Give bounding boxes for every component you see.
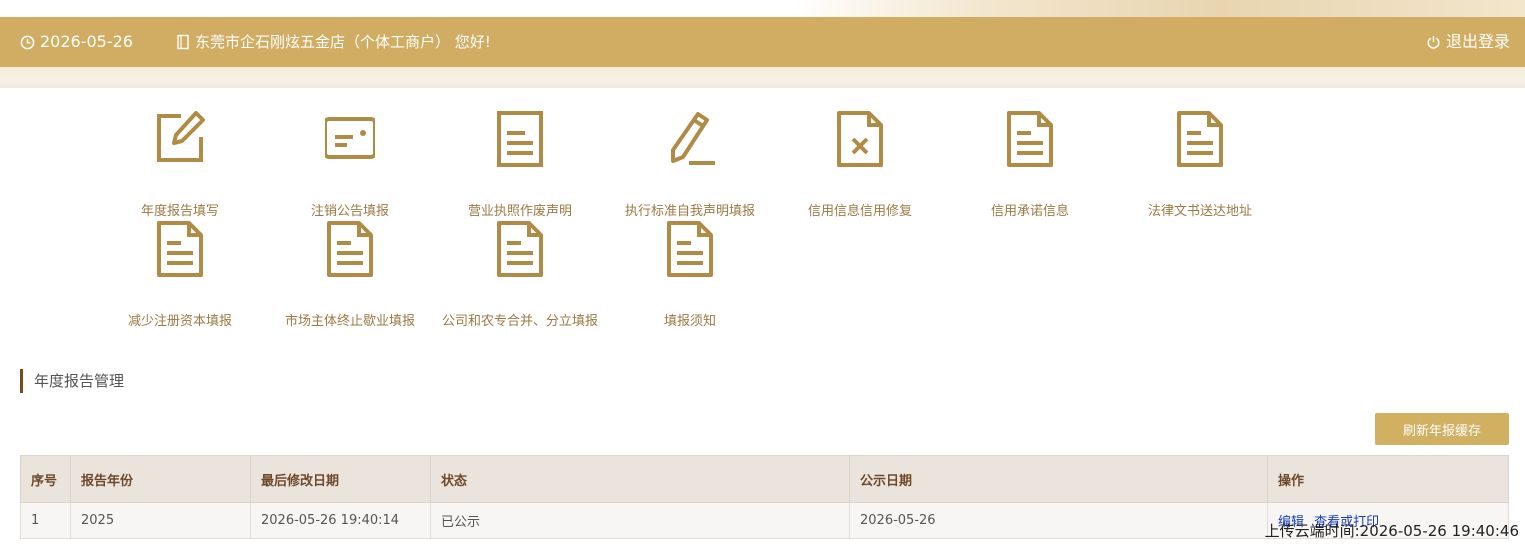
logout-label: 退出登录: [1445, 32, 1510, 51]
book-icon: [177, 34, 189, 50]
document-icon: [497, 111, 543, 167]
main-content: 年度报告填写 注销公告填报 营业执照作废声明 执行标准自我声明填报 信用信息信用…: [0, 88, 1525, 545]
tile-label: 市场主体终止歇业填报: [284, 314, 415, 329]
top-header: 2026-05-26 东莞市企石刚炫五金店（个体工商户） 您好! 退出登录: [0, 17, 1525, 67]
header-greeting-text: 东莞市企石刚炫五金店（个体工商户） 您好!: [195, 33, 491, 51]
column-header-actions: 操作: [1267, 455, 1509, 503]
column-header-publish-date: 公示日期: [849, 455, 1268, 503]
tile-merger-split[interactable]: 公司和农专合并、分立填报: [435, 221, 605, 329]
tile-credit-commitment[interactable]: 信用承诺信息: [945, 111, 1115, 219]
cell-year: 2025: [70, 502, 251, 539]
upload-time-label: 上传云端时间:2026-05-26 19:40:46: [1264, 522, 1519, 540]
refresh-cache-button[interactable]: 刷新年报缓存: [1375, 413, 1509, 445]
tile-label: 信用承诺信息: [990, 204, 1069, 219]
tile-label: 填报须知: [663, 314, 716, 329]
edit-icon: [157, 111, 205, 162]
header-date-text: 2026-05-26: [40, 32, 133, 51]
tile-label: 营业执照作废声明: [467, 204, 572, 219]
document-x-icon: [837, 111, 883, 167]
cell-modified: 2026-05-26 19:40:14: [250, 502, 431, 539]
tile-label: 法律文书送达地址: [1147, 204, 1252, 219]
tile-label: 减少注册资本填报: [127, 314, 232, 329]
column-header-index: 序号: [20, 455, 71, 503]
column-header-year: 报告年份: [70, 455, 251, 503]
tile-label: 年度报告填写: [140, 204, 219, 219]
tile-legal-address[interactable]: 法律文书送达地址: [1115, 111, 1285, 219]
document-icon: [327, 221, 373, 277]
clock-icon: [20, 35, 35, 49]
document-icon: [1177, 111, 1223, 167]
tile-label: 公司和农专合并、分立填报: [441, 314, 598, 329]
tile-license-void[interactable]: 营业执照作废声明: [435, 111, 605, 219]
card-icon: [325, 117, 375, 159]
header-date: 2026-05-26: [20, 17, 133, 67]
document-icon: [157, 221, 203, 277]
tile-label: 信用信息信用修复: [807, 204, 912, 219]
header-greeting: 东莞市企石刚炫五金店（个体工商户） 您好!: [176, 17, 491, 67]
document-icon: [497, 221, 543, 277]
sub-header-band: [0, 67, 1525, 88]
power-icon: [1427, 35, 1440, 49]
section-title: 年度报告管理: [20, 369, 124, 393]
tile-annual-report[interactable]: 年度报告填写: [95, 111, 265, 219]
tile-credit-repair[interactable]: 信用信息信用修复: [775, 111, 945, 219]
tile-standard-declaration[interactable]: 执行标准自我声明填报: [605, 111, 775, 219]
cell-index: 1: [20, 502, 71, 539]
cell-publish-date: 2026-05-26: [849, 502, 1268, 539]
document-icon: [667, 221, 713, 277]
tile-filing-notice[interactable]: 填报须知: [605, 221, 775, 329]
tile-label: 注销公告填报: [310, 204, 389, 219]
tile-capital-reduction[interactable]: 减少注册资本填报: [95, 221, 265, 329]
cell-status: 已公示: [430, 502, 850, 539]
pencil-icon: [671, 112, 715, 165]
column-header-status: 状态: [430, 455, 850, 503]
column-header-modified: 最后修改日期: [250, 455, 431, 503]
tile-cancel-notice[interactable]: 注销公告填报: [265, 111, 435, 219]
table-header-row: 序号 报告年份 最后修改日期 状态 公示日期 操作: [20, 455, 1509, 503]
top-decor-band: [0, 0, 1525, 17]
logout-button[interactable]: 退出登录: [1426, 17, 1510, 67]
tile-business-termination[interactable]: 市场主体终止歇业填报: [265, 221, 435, 329]
document-icon: [1007, 111, 1053, 167]
tile-label: 执行标准自我声明填报: [624, 204, 755, 219]
